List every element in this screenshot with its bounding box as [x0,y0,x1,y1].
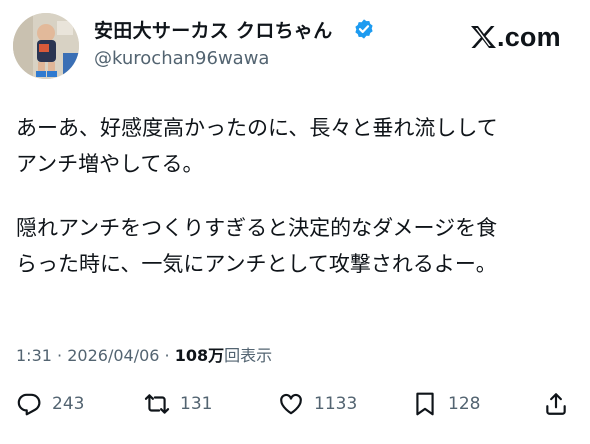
x-com-brand: .com [470,22,561,52]
tweet-text-line: らった時に、一気にアンチとして攻撃されるよー。 [16,252,497,276]
display-name[interactable]: 安田大サーカス クロちゃん [94,16,333,43]
bookmark-count: 128 [448,394,481,414]
x-logo-icon [471,26,496,48]
meta-separator: · [57,346,63,365]
tweet-date[interactable]: 2026/04/06 [67,346,159,365]
tweet-time[interactable]: 1:31 [16,346,52,365]
avatar-image [13,13,79,79]
tweet-text-line: 隠れアンチをつくりすぎると決定的なダメージを食 [16,216,498,240]
verified-badge-icon [355,19,373,39]
bookmark-button[interactable]: 128 [412,386,480,422]
like-button[interactable]: 1133 [278,386,357,422]
repost-icon [144,394,170,414]
views-label: 回表示 [224,346,273,365]
reply-button[interactable]: 243 [16,386,84,422]
handle[interactable]: @kurochan96wawa [94,48,269,69]
tweet-text: あーあ、好感度高かったのに、長々と垂れ流しして アンチ増やしてる。 隠れアンチを… [16,110,576,282]
x-com-text: .com [497,21,561,52]
repost-button[interactable]: 131 [144,386,212,422]
like-icon [280,393,302,415]
like-count: 1133 [314,394,358,414]
reply-icon [17,393,41,416]
share-button[interactable] [543,386,569,422]
tweet-text-line: あーあ、好感度高かったのに、長々と垂れ流しして [16,116,498,140]
bookmark-icon [416,392,434,416]
tweet-meta: 1:31 · 2026/04/06 · 108万回表示 [16,342,272,366]
tweet-text-line: アンチ増やしてる。 [16,152,204,176]
meta-separator: · [164,346,170,365]
action-bar: 243 131 1133 128 [0,386,590,422]
repost-count: 131 [180,394,213,414]
reply-count: 243 [52,394,85,414]
views-count: 108万 [174,346,225,365]
share-icon [546,393,566,415]
avatar[interactable] [13,13,79,79]
